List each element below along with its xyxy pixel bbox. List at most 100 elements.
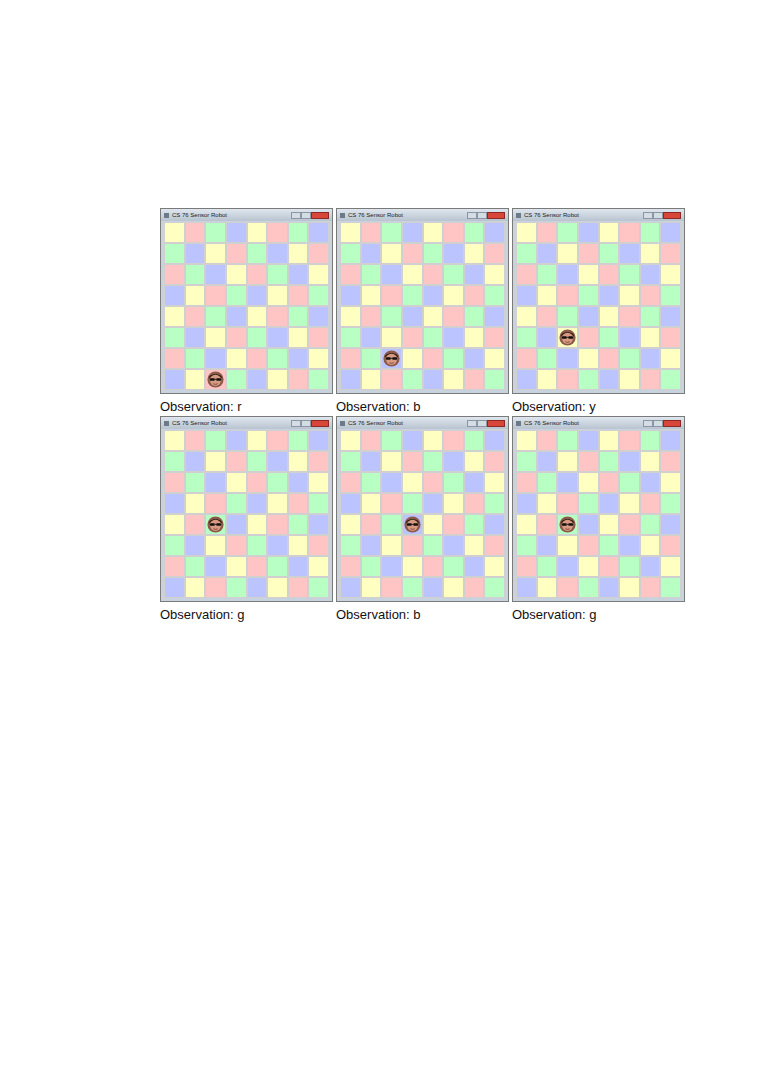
- robot-face-icon: [207, 371, 224, 388]
- grid-cell: [484, 556, 505, 577]
- minimize-button[interactable]: [643, 212, 653, 219]
- minimize-button[interactable]: [467, 420, 477, 427]
- grid-cell: [537, 577, 558, 598]
- grid-cell: [164, 243, 185, 264]
- grid-cell: [205, 285, 226, 306]
- maximize-button[interactable]: [301, 420, 311, 427]
- grid-cell: [578, 306, 599, 327]
- grid-cell: [247, 285, 268, 306]
- grid-cell: [484, 243, 505, 264]
- grid-cell: [247, 369, 268, 390]
- grid-cell: [381, 222, 402, 243]
- close-button[interactable]: [487, 420, 505, 427]
- close-button[interactable]: [663, 212, 681, 219]
- grid-cell: [484, 285, 505, 306]
- grid-cell: [619, 348, 640, 369]
- grid-cell: [381, 556, 402, 577]
- grid-cell: [164, 327, 185, 348]
- maximize-button[interactable]: [301, 212, 311, 219]
- grid-cell: [640, 514, 661, 535]
- grid-cell: [484, 327, 505, 348]
- grid-cell: [578, 348, 599, 369]
- grid-cell: [516, 556, 537, 577]
- grid-cell: [381, 472, 402, 493]
- maximize-button[interactable]: [477, 212, 487, 219]
- app-icon: [516, 421, 521, 426]
- grid-cell: [516, 514, 537, 535]
- close-button[interactable]: [663, 420, 681, 427]
- minimize-button[interactable]: [291, 420, 301, 427]
- grid-cell: [340, 369, 361, 390]
- grid-cell: [308, 472, 329, 493]
- minimize-button[interactable]: [467, 212, 477, 219]
- grid-cell: [381, 535, 402, 556]
- grid-cell: [423, 472, 444, 493]
- grid-cell: [640, 430, 661, 451]
- grid-cell: [185, 348, 206, 369]
- grid-cell: [185, 327, 206, 348]
- grid-cell: [423, 348, 444, 369]
- grid-cell: [557, 472, 578, 493]
- grid-cell: [557, 535, 578, 556]
- grid-cell: [578, 535, 599, 556]
- grid-cell: [226, 327, 247, 348]
- grid: [340, 430, 505, 598]
- grid-cell: [247, 514, 268, 535]
- grid-cell: [267, 285, 288, 306]
- close-button[interactable]: [311, 212, 329, 219]
- close-button[interactable]: [487, 212, 505, 219]
- grid-cell: [557, 369, 578, 390]
- minimize-button[interactable]: [643, 420, 653, 427]
- grid-cell: [308, 348, 329, 369]
- grid-cell: [660, 348, 681, 369]
- grid-cell: [226, 556, 247, 577]
- grid-cell: [340, 493, 361, 514]
- close-button[interactable]: [311, 420, 329, 427]
- grid-cell: [267, 222, 288, 243]
- grid-cell: [619, 514, 640, 535]
- grid-cell: [267, 264, 288, 285]
- grid-cell: [340, 451, 361, 472]
- grid-cell: [516, 369, 537, 390]
- grid-cell: [226, 306, 247, 327]
- grid-cell: [660, 369, 681, 390]
- grid-cell: [640, 451, 661, 472]
- grid-cell: [599, 243, 620, 264]
- grid-cell: [599, 472, 620, 493]
- grid-cell: [288, 514, 309, 535]
- grid-cell: [205, 369, 226, 390]
- grid-cell: [423, 285, 444, 306]
- grid-cell: [557, 577, 578, 598]
- grid-cell: [443, 306, 464, 327]
- grid-cell: [599, 306, 620, 327]
- grid-cell: [464, 285, 485, 306]
- grid-cell: [402, 369, 423, 390]
- grid-cell: [205, 493, 226, 514]
- grid-cell: [578, 369, 599, 390]
- grid-cell: [443, 556, 464, 577]
- grid-cell: [185, 493, 206, 514]
- app-window: CS 76 Sensor Robot: [512, 416, 685, 602]
- grid-cell: [164, 514, 185, 535]
- grid-cell: [660, 493, 681, 514]
- maximize-button[interactable]: [653, 212, 663, 219]
- maximize-button[interactable]: [477, 420, 487, 427]
- grid-cell: [537, 264, 558, 285]
- grid-cell: [185, 222, 206, 243]
- grid-cell: [164, 222, 185, 243]
- grid-cell: [164, 472, 185, 493]
- grid-cell: [185, 451, 206, 472]
- grid-cell: [599, 285, 620, 306]
- grid-cell: [599, 451, 620, 472]
- minimize-button[interactable]: [291, 212, 301, 219]
- grid-cell: [185, 577, 206, 598]
- grid-cell: [464, 327, 485, 348]
- grid-cell: [537, 556, 558, 577]
- grid-cell: [464, 535, 485, 556]
- maximize-button[interactable]: [653, 420, 663, 427]
- grid-cell: [516, 285, 537, 306]
- grid-cell: [340, 514, 361, 535]
- grid-cell: [205, 264, 226, 285]
- grid-cell: [164, 264, 185, 285]
- grid-cell: [537, 430, 558, 451]
